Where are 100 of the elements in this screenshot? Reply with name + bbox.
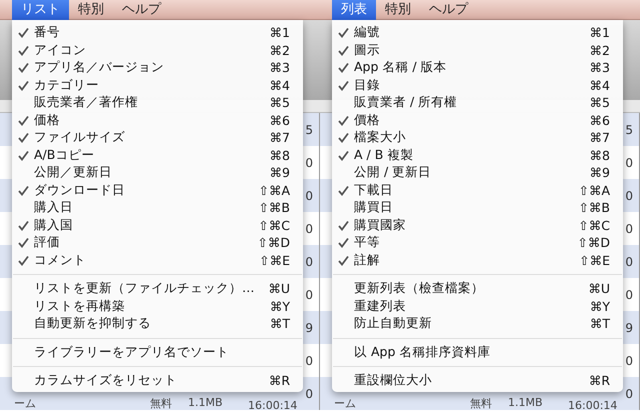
table-cell: ーム (14, 396, 36, 411)
menu-item[interactable]: A / B 複製 ⌘8 (332, 146, 623, 164)
menu-title[interactable]: ヘルプ (113, 0, 170, 20)
menu-item[interactable]: リストを更新（ファイルチェック）… ⌘U (12, 280, 303, 298)
menu-item[interactable]: 購入国 ⇧⌘C (12, 216, 303, 234)
table-cell: 1.1MB (188, 396, 223, 409)
shortcut-label: ⌘R (268, 373, 290, 388)
shortcut-label: ⌘4 (590, 78, 610, 93)
table-cell-text: 0 (625, 222, 634, 236)
shortcut-label: ⌘3 (590, 60, 610, 76)
table-cell-text: 5 (305, 122, 314, 136)
menu-item-label: 以 App 名稱排序資料庫 (354, 344, 492, 361)
menu-item[interactable]: コメント ⇧⌘E (12, 252, 303, 269)
menu-title[interactable]: 列表 (332, 0, 376, 20)
menu-item[interactable]: ダウンロード日 ⇧⌘A (12, 182, 303, 199)
menu-item-label: 自動更新を抑制する (34, 315, 152, 332)
menu-item[interactable]: 番号 ⌘1 (12, 24, 303, 42)
table-cell: 16:00:14 (248, 399, 298, 412)
menu-item[interactable]: 目錄 ⌘4 (332, 76, 623, 94)
menu-item[interactable]: アイコン ⌘2 (12, 42, 303, 59)
shortcut-label: ⇧⌘D (257, 235, 290, 250)
menu-item[interactable]: リストを再構築 ⌘Y (12, 298, 303, 315)
shortcut-label: ⌘8 (270, 148, 290, 163)
menu-item-label: 販賣業者 / 所有權 (354, 94, 458, 112)
shortcut-label: ⇧⌘C (258, 218, 290, 233)
menu-item[interactable]: 圖示 ⌘2 (332, 42, 623, 59)
shortcut-label: ⇧⌘C (578, 218, 610, 233)
menu-item[interactable]: アプリ名／バージョン ⌘3 (12, 59, 303, 76)
menu-item-label: 重建列表 (354, 298, 407, 315)
table-cell: 1.1MB (508, 396, 543, 409)
menu-item-label: 價格 (354, 112, 381, 129)
menu-item[interactable]: 價格 ⌘6 (332, 112, 623, 129)
table-cell-text: 0 (625, 386, 634, 400)
menu-item[interactable]: 註解 ⇧⌘E (332, 252, 623, 269)
shortcut-label: ⌘9 (590, 165, 610, 180)
shortcut-label: ⌘5 (270, 95, 290, 110)
menu-item-label: 購入日 (34, 199, 74, 216)
shortcut-label: ⌘8 (590, 148, 610, 163)
menu-item[interactable]: App 名稱 / 版本 ⌘3 (332, 59, 623, 76)
shortcut-label: ⌘U (268, 281, 290, 296)
table-cell-text: 0 (305, 188, 314, 202)
table-cell-text: 0 (305, 386, 314, 400)
table-cell-text: 9 (305, 320, 314, 334)
menu-item[interactable]: 編號 ⌘1 (332, 24, 623, 42)
menu-item-label: 評価 (34, 234, 61, 252)
menu-item-label: A / B 複製 (354, 146, 414, 164)
menu-item[interactable]: 販賣業者 / 所有權 ⌘5 (332, 94, 623, 112)
menu-item[interactable]: ライブラリーをアプリ名でソート (12, 344, 303, 361)
menu-item-label: 平等 (354, 234, 381, 252)
menu-item[interactable]: 自動更新を抑制する ⌘T (12, 315, 303, 332)
shortcut-label: ⇧⌘B (258, 200, 290, 216)
table-cell-text: 0 (305, 288, 314, 302)
menu-item[interactable]: 公開 / 更新日 ⌘9 (332, 164, 623, 182)
shortcut-label: ⌘6 (270, 112, 290, 128)
menu-item-label: 販売業者／著作権 (34, 94, 139, 112)
shortcut-label: ⌘7 (590, 130, 610, 146)
menu-item-label: ダウンロード日 (34, 182, 126, 199)
menu-item[interactable]: 重設欄位大小 ⌘R (332, 372, 623, 390)
menu-item-label: カラムサイズをリセット (34, 372, 178, 390)
menu-item[interactable]: ファイルサイズ ⌘7 (12, 129, 303, 146)
menu-item-label: アプリ名／バージョン (34, 59, 165, 76)
menu-item[interactable]: 下載日 ⇧⌘A (332, 182, 623, 199)
shortcut-label: ⇧⌘B (578, 200, 610, 216)
shortcut-label: ⌘6 (590, 112, 610, 128)
shortcut-label: ⌘T (590, 316, 610, 332)
menu-item[interactable]: 重建列表 ⌘Y (332, 298, 623, 315)
menu-item[interactable]: 評価 ⇧⌘D (12, 234, 303, 252)
table-cell-text: 5 (625, 122, 634, 136)
menu-title[interactable]: ヘルプ (420, 0, 477, 20)
menu-item[interactable]: 公開／更新日 ⌘9 (12, 164, 303, 182)
table-cell-text: 0 (305, 156, 314, 170)
menu-item[interactable]: 価格 ⌘6 (12, 112, 303, 129)
menu-item[interactable]: 防止自動更新 ⌘T (332, 315, 623, 332)
menu-item[interactable]: 販売業者／著作権 ⌘5 (12, 94, 303, 112)
menu-item[interactable]: 檔案大小 ⌘7 (332, 129, 623, 146)
menu-title[interactable]: リスト (12, 0, 69, 20)
table-cell-text: 0 (305, 354, 314, 368)
menu-item[interactable]: 更新列表（檢查檔案） ⌘U (332, 280, 623, 298)
shortcut-label: ⌘T (270, 316, 290, 332)
menu-item[interactable]: 購買國家 ⇧⌘C (332, 216, 623, 234)
menu-item-label: 番号 (34, 24, 61, 42)
table-cell-text: 0 (305, 222, 314, 236)
menu-item-label: 圖示 (354, 42, 381, 59)
menu-item-label: 編號 (354, 24, 381, 42)
menu-item[interactable]: 購買日 ⇧⌘B (332, 199, 623, 216)
menu-item[interactable]: A/Bコピー ⌘8 (12, 146, 303, 164)
shortcut-label: ⇧⌘A (258, 182, 290, 198)
shortcut-label: ⇧⌘D (577, 235, 610, 250)
menu-item[interactable]: 以 App 名稱排序資料庫 (332, 344, 623, 361)
menu-title[interactable]: 特別 (69, 0, 113, 20)
menu-title[interactable]: 特別 (376, 0, 420, 20)
menu-item[interactable]: 購入日 ⇧⌘B (12, 199, 303, 216)
menu-item[interactable]: 平等 ⇧⌘D (332, 234, 623, 252)
menu-item-label: 購買日 (354, 199, 394, 216)
menu-item[interactable]: カラムサイズをリセット ⌘R (12, 372, 303, 390)
shortcut-label: ⌘2 (270, 42, 290, 58)
menu-item-label: カテゴリー (34, 76, 100, 94)
menu-item[interactable]: カテゴリー ⌘4 (12, 76, 303, 94)
shortcut-label: ⌘1 (270, 25, 290, 40)
shortcut-label: ⌘7 (270, 130, 290, 146)
